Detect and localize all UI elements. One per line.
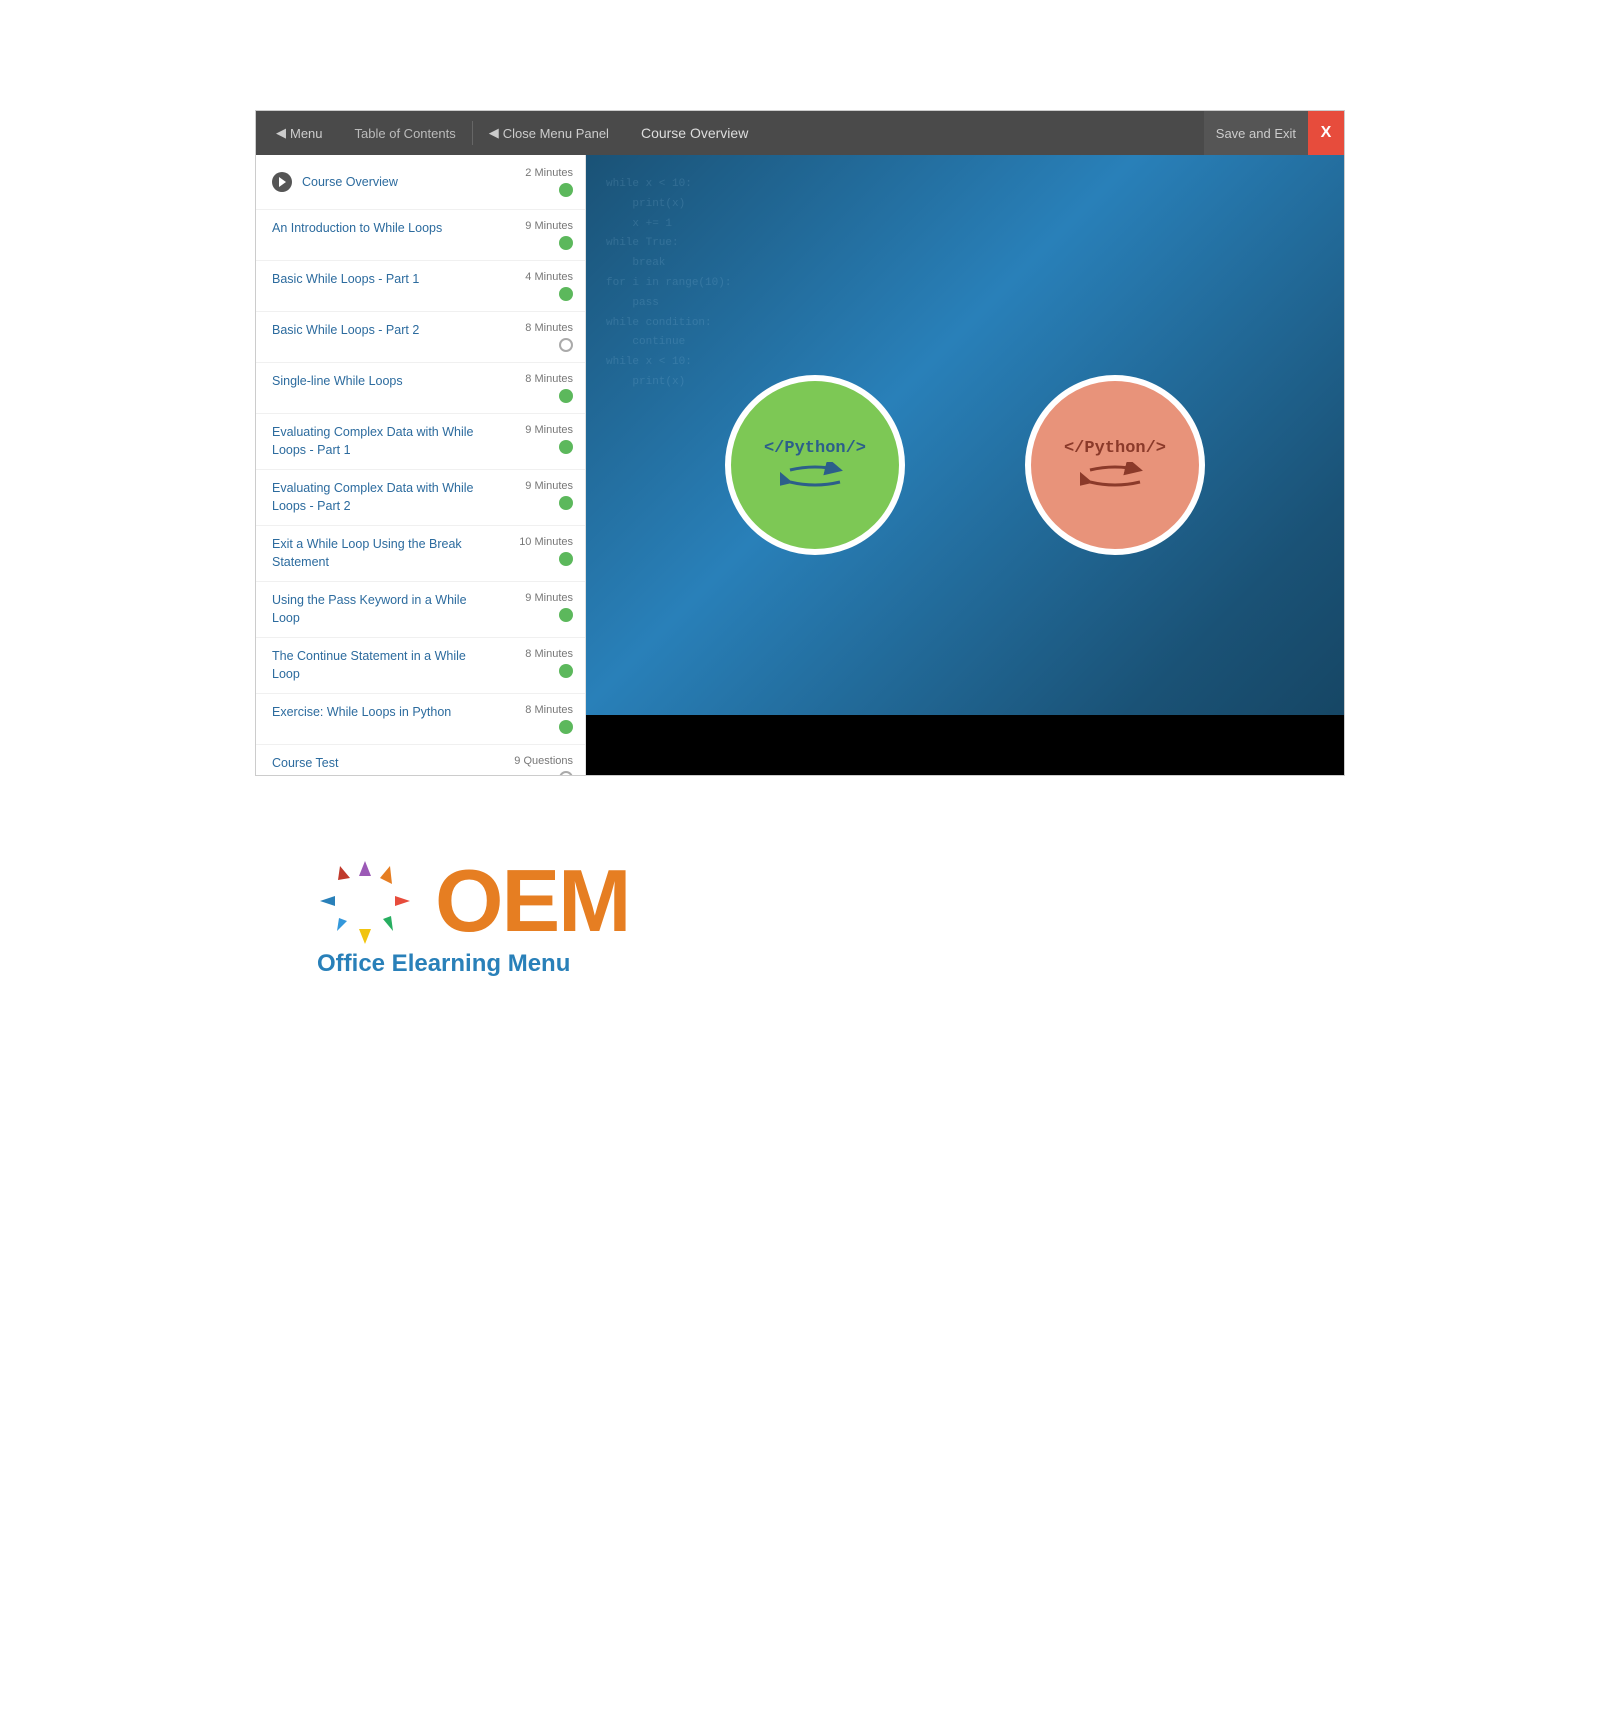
- salmon-python-circle: </Python/>: [1025, 375, 1205, 555]
- toc-item-intro[interactable]: An Introduction to While Loops 9 Minutes: [256, 210, 585, 261]
- toc-item-continue[interactable]: The Continue Statement in a While Loop 8…: [256, 638, 585, 694]
- status-dot-single-line: [559, 389, 573, 403]
- green-loop-arrows: [780, 462, 850, 492]
- status-dot-test: [559, 771, 573, 775]
- green-python-label: </Python/>: [764, 439, 866, 458]
- main-content: while x < 10: print(x) x += 1 while True…: [586, 155, 1344, 775]
- toc-item-exercise[interactable]: Exercise: While Loops in Python 8 Minute…: [256, 694, 585, 745]
- close-x-button[interactable]: X: [1308, 111, 1344, 155]
- app-container: ◀ Menu Table of Contents ◀ Close Menu Pa…: [255, 110, 1345, 776]
- toc-label: Table of Contents: [339, 126, 472, 141]
- toc-label-exercise: Exercise: While Loops in Python: [272, 704, 503, 722]
- toc-label-course-test: Course Test: [272, 755, 503, 773]
- status-dot-break: [559, 552, 573, 566]
- toc-item-basic-2[interactable]: Basic While Loops - Part 2 8 Minutes: [256, 312, 585, 363]
- status-dot-basic-1: [559, 287, 573, 301]
- toc-item-single-line[interactable]: Single-line While Loops 8 Minutes: [256, 363, 585, 414]
- salmon-loop-arrows: [1080, 462, 1150, 492]
- sidebar: Course Overview 2 Minutes An Introductio…: [256, 155, 586, 775]
- video-background: while x < 10: print(x) x += 1 while True…: [586, 155, 1344, 775]
- close-panel-button[interactable]: ◀ Close Menu Panel: [473, 111, 625, 155]
- circles-container: </Python/>: [725, 375, 1205, 555]
- toc-item-basic-1[interactable]: Basic While Loops - Part 1 4 Minutes: [256, 261, 585, 312]
- status-dot-pass: [559, 608, 573, 622]
- save-exit-button[interactable]: Save and Exit: [1204, 111, 1308, 155]
- toc-item-course-overview[interactable]: Course Overview 2 Minutes: [256, 155, 585, 210]
- toc-label-eval-complex-2: Evaluating Complex Data with While Loops…: [272, 480, 503, 515]
- status-dot-intro: [559, 236, 573, 250]
- status-dot-exercise: [559, 720, 573, 734]
- toc-item-pass-keyword[interactable]: Using the Pass Keyword in a While Loop 9…: [256, 582, 585, 638]
- oem-tagline: Office Elearning Menu: [315, 950, 570, 978]
- toc-label-continue: The Continue Statement in a While Loop: [272, 648, 503, 683]
- toc-item-eval-complex-2[interactable]: Evaluating Complex Data with While Loops…: [256, 470, 585, 526]
- salmon-python-label: </Python/>: [1064, 439, 1166, 458]
- status-dot-complete: [559, 183, 573, 197]
- toc-label-single-line: Single-line While Loops: [272, 373, 503, 391]
- oem-text: OEM: [435, 857, 629, 945]
- video-bottom-bar: [586, 715, 1344, 775]
- toc-label-intro: An Introduction to While Loops: [272, 220, 503, 238]
- status-dot-eval-2: [559, 496, 573, 510]
- toc-item-exit-break[interactable]: Exit a While Loop Using the Break Statem…: [256, 526, 585, 582]
- menu-button[interactable]: ◀ Menu: [256, 111, 339, 155]
- toc-label-pass-keyword: Using the Pass Keyword in a While Loop: [272, 592, 503, 627]
- status-dot-basic-2: [559, 338, 573, 352]
- toc-item-eval-complex-1[interactable]: Evaluating Complex Data with While Loops…: [256, 414, 585, 470]
- top-nav: ◀ Menu Table of Contents ◀ Close Menu Pa…: [256, 111, 1344, 155]
- oem-logo: OEM: [315, 856, 629, 946]
- play-icon: [272, 172, 292, 192]
- toc-label-eval-complex-1: Evaluating Complex Data with While Loops…: [272, 424, 503, 459]
- status-dot-continue: [559, 664, 573, 678]
- toc-item-course-test[interactable]: Course Test 9 Questions: [256, 745, 585, 775]
- toc-label-basic-1: Basic While Loops - Part 1: [272, 271, 503, 289]
- content-area: Course Overview 2 Minutes An Introductio…: [256, 155, 1344, 775]
- oem-arrows-icon: [315, 856, 415, 946]
- logo-section: OEM Office Elearning Menu: [255, 856, 1345, 978]
- status-dot-eval-1: [559, 440, 573, 454]
- toc-label-course-overview: Course Overview: [302, 175, 503, 189]
- course-overview-nav-label: Course Overview: [625, 125, 764, 141]
- toc-label-basic-2: Basic While Loops - Part 2: [272, 322, 503, 340]
- green-python-circle: </Python/>: [725, 375, 905, 555]
- toc-label-exit-break: Exit a While Loop Using the Break Statem…: [272, 536, 503, 571]
